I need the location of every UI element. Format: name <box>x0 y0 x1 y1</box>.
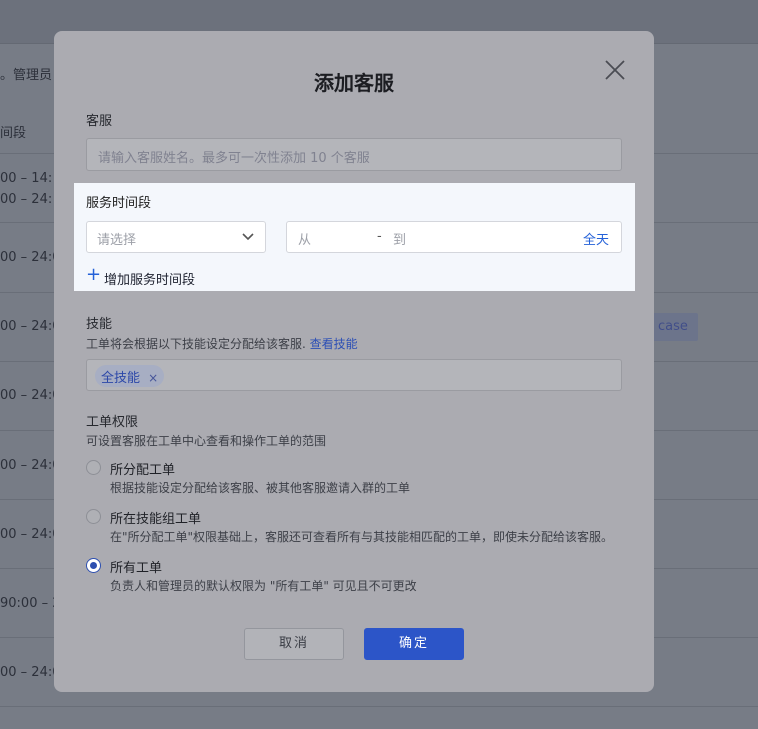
view-skills-link[interactable]: 查看技能 <box>310 337 358 351</box>
service-time-section: 服务时间段 请选择 从 - 到 全天 + 增加服务时间段 <box>74 183 635 291</box>
skills-label: 技能 <box>86 317 113 332</box>
radio-all-tickets[interactable] <box>86 558 101 573</box>
all-day-link[interactable]: 全天 <box>583 229 609 248</box>
add-agent-dialog: 添加客服 客服 请输入客服姓名。最多可一次性添加 10 个客服 服务时间段 请选… <box>54 31 654 692</box>
service-time-label: 服务时间段 <box>86 196 152 211</box>
skill-tag-label: 全技能 <box>101 371 141 386</box>
option-all-desc: 负责人和管理员的默认权限为 "所有工单" 可见且不可更改 <box>110 579 417 593</box>
option-skill-group-title[interactable]: 所在技能组工单 <box>110 508 201 527</box>
chevron-down-icon <box>242 233 254 241</box>
skills-input[interactable]: 全技能 × <box>86 359 622 391</box>
radio-assigned-tickets[interactable] <box>86 460 101 475</box>
option-assigned-desc: 根据技能设定分配给该客服、被其他客服邀请入群的工单 <box>110 481 411 495</box>
agent-label: 客服 <box>86 114 113 129</box>
permissions-label: 工单权限 <box>86 415 139 430</box>
weekday-select-placeholder: 请选择 <box>97 233 137 248</box>
close-button[interactable] <box>603 58 627 82</box>
remove-tag-icon[interactable]: × <box>148 371 158 385</box>
plus-icon: + <box>86 264 102 285</box>
option-skill-group-desc: 在"所分配工单"权限基础上，客服还可查看所有与其技能相匹配的工单，即使未分配给该… <box>110 530 614 544</box>
confirm-button[interactable]: 确定 <box>364 628 464 660</box>
add-service-time-label: 增加服务时间段 <box>104 273 196 288</box>
skills-description: 工单将会根据以下技能设定分配给该客服. 查看技能 <box>86 335 358 352</box>
time-from[interactable]: 从 <box>298 229 311 248</box>
dialog-title: 添加客服 <box>314 71 394 95</box>
close-icon <box>605 60 625 80</box>
permissions-description: 可设置客服在工单中心查看和操作工单的范围 <box>86 434 327 448</box>
add-service-time-button[interactable]: + 增加服务时间段 <box>86 264 196 288</box>
range-separator: - <box>377 229 382 244</box>
skills-description-text: 工单将会根据以下技能设定分配给该客服. <box>86 337 306 351</box>
option-all-title[interactable]: 所有工单 <box>110 557 162 576</box>
agent-name-input[interactable]: 请输入客服姓名。最多可一次性添加 10 个客服 <box>86 138 622 171</box>
skill-tag: 全技能 × <box>95 365 165 387</box>
radio-skill-group-tickets[interactable] <box>86 509 101 524</box>
agent-name-placeholder: 请输入客服姓名。最多可一次性添加 10 个客服 <box>98 151 370 166</box>
time-range-input[interactable]: 从 - 到 全天 <box>286 221 622 253</box>
option-assigned-title[interactable]: 所分配工单 <box>110 459 175 478</box>
weekday-select[interactable]: 请选择 <box>86 221 266 253</box>
cancel-button[interactable]: 取消 <box>244 628 344 660</box>
time-to[interactable]: 到 <box>393 229 406 248</box>
